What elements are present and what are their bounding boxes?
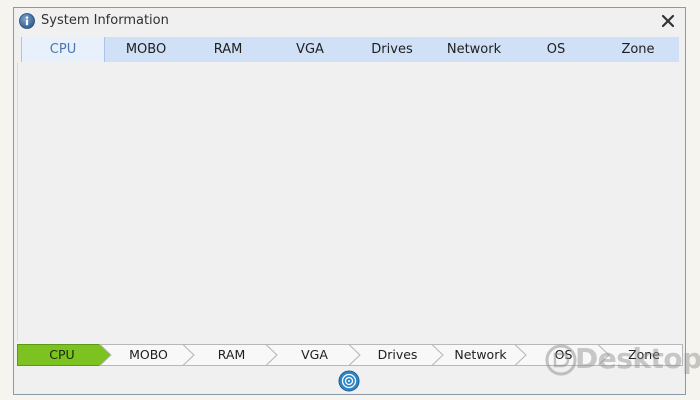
tab-ram[interactable]: RAM (187, 37, 269, 62)
step-mobo[interactable]: MOBO (107, 344, 190, 366)
step-vga[interactable]: VGA (273, 344, 356, 366)
window-title: System Information (41, 13, 169, 28)
system-information-window: System Information CPU MOBO RAM VGA Driv… (13, 7, 686, 395)
tab-vga[interactable]: VGA (269, 37, 351, 62)
fingerprint-icon[interactable] (338, 370, 360, 392)
tab-network[interactable]: Network (433, 37, 515, 62)
step-zone[interactable]: Zone (605, 344, 683, 366)
title-bar: System Information (14, 8, 685, 36)
content-panel (17, 63, 682, 341)
info-icon (19, 13, 35, 29)
step-ram[interactable]: RAM (190, 344, 273, 366)
top-tab-bar: CPU MOBO RAM VGA Drives Network OS Zone (21, 37, 679, 62)
tab-os[interactable]: OS (515, 37, 597, 62)
tab-zone[interactable]: Zone (597, 37, 679, 62)
tab-cpu[interactable]: CPU (21, 37, 105, 62)
step-network[interactable]: Network (439, 344, 522, 366)
close-icon[interactable] (659, 12, 677, 30)
step-drives[interactable]: Drives (356, 344, 439, 366)
step-progress-bar: CPU MOBO RAM VGA Drives Network OS Zone (17, 344, 683, 366)
step-os[interactable]: OS (522, 344, 605, 366)
tab-drives[interactable]: Drives (351, 37, 433, 62)
tab-mobo[interactable]: MOBO (105, 37, 187, 62)
step-cpu[interactable]: CPU (17, 344, 107, 366)
